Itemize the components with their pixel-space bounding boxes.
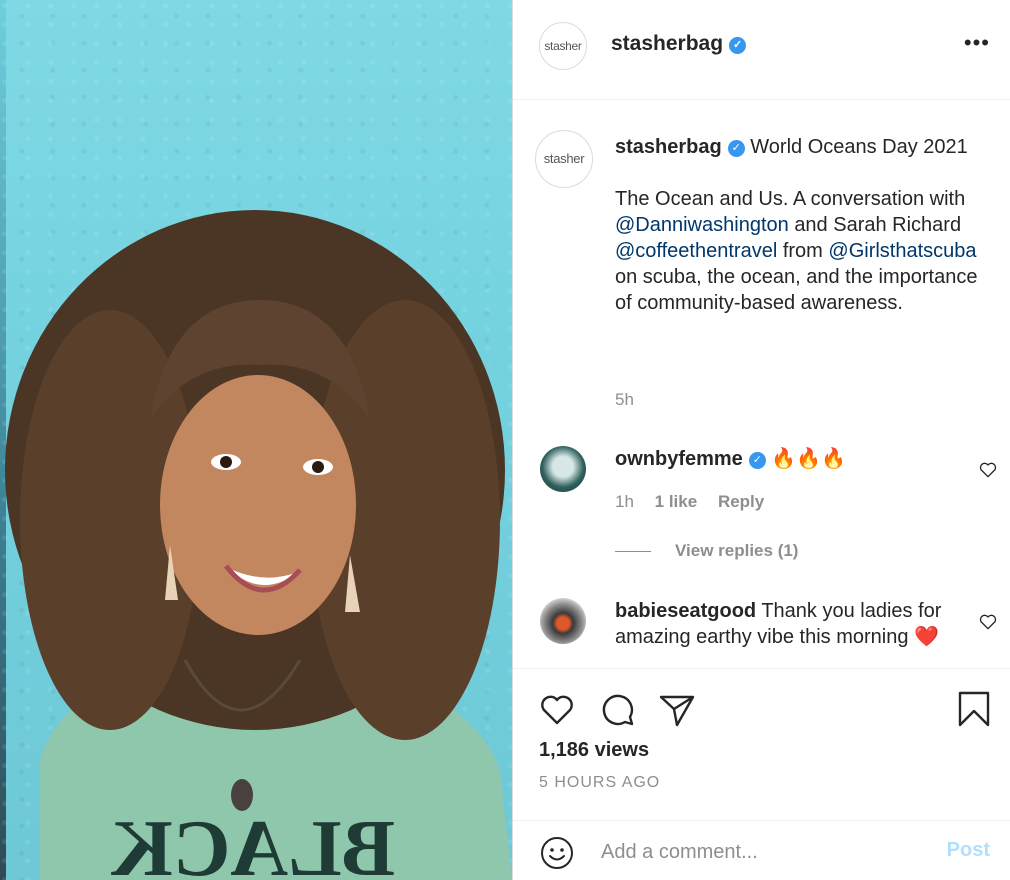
caption-author-avatar[interactable]: stasher — [535, 130, 593, 188]
comment-username[interactable]: ownbyfemme — [615, 448, 743, 470]
verified-badge-icon: ✓ — [748, 452, 766, 469]
post-side-panel: stasher stasherbag ✓ ••• stasher stasherb… — [512, 0, 1010, 880]
comment-input[interactable] — [599, 833, 923, 871]
avatar-logo-text: stasher — [544, 38, 582, 53]
comment-text: 🔥🔥🔥 — [771, 448, 847, 470]
views-count[interactable]: 1,186 views — [539, 739, 649, 762]
view-replies-label: View replies (1) — [675, 541, 799, 560]
view-replies-button[interactable]: View replies (1) — [615, 541, 798, 561]
commenter-avatar[interactable] — [540, 598, 586, 644]
post-age[interactable]: 5h — [615, 390, 634, 410]
add-comment-bar: Post — [513, 820, 1010, 880]
post-header: stasher stasherbag ✓ ••• — [513, 0, 1010, 100]
author-avatar[interactable]: stasher — [539, 22, 587, 70]
verified-badge-icon: ✓ — [727, 140, 745, 157]
emoji-smiley-icon[interactable] — [539, 835, 575, 871]
like-heart-icon[interactable] — [537, 689, 577, 729]
caption-end: on scuba, the ocean, and the importance … — [615, 266, 978, 314]
post-comment-button[interactable]: Post — [947, 839, 990, 862]
reply-button[interactable]: Reply — [718, 492, 764, 511]
post-video[interactable]: BLACK — [0, 0, 512, 880]
comments-scroll-area[interactable]: stasher stasherbag ✓ World Oceans Day 202… — [513, 100, 1010, 668]
more-horizontal-icon[interactable]: ••• — [964, 30, 990, 56]
verified-badge-icon: ✓ — [729, 37, 747, 54]
caption-from: from — [782, 240, 823, 262]
share-paper-plane-icon[interactable] — [657, 689, 697, 729]
avatar-logo-text: stasher — [543, 151, 585, 166]
comment-item: ownbyfemme ✓ 🔥🔥🔥 — [615, 446, 955, 472]
comment-age[interactable]: 1h — [615, 492, 634, 511]
author-username-row: stasherbag ✓ — [611, 32, 747, 56]
post-timestamp[interactable]: 5 HOURS AGO — [539, 774, 660, 792]
comment-like-heart-icon[interactable] — [978, 460, 998, 480]
mention-link[interactable]: @coffeethentravel — [615, 240, 777, 262]
comment-like-heart-icon[interactable] — [978, 612, 998, 632]
mention-link[interactable]: @Danniwashington — [615, 214, 789, 236]
person-figure: BLACK — [5, 210, 512, 880]
comment-item: babieseatgood Thank you ladies for amazi… — [615, 598, 955, 650]
comment-username[interactable]: babieseatgood — [615, 600, 756, 622]
comment-bubble-icon[interactable] — [597, 689, 637, 729]
caption-username[interactable]: stasherbag — [615, 136, 722, 158]
save-bookmark-icon[interactable] — [954, 689, 994, 729]
post-actions: 1,186 views 5 HOURS AGO — [513, 668, 1010, 820]
commenter-avatar[interactable] — [540, 446, 586, 492]
caption-mid: and Sarah Richard — [794, 214, 962, 236]
replies-divider-line — [615, 550, 651, 552]
post-caption: stasherbag ✓ World Oceans Day 2021 The Oc… — [615, 134, 985, 316]
svg-text:BLACK: BLACK — [111, 805, 396, 880]
author-username[interactable]: stasherbag — [611, 32, 723, 55]
caption-title: World Oceans Day 2021 — [750, 136, 968, 158]
comment-meta: 1h 1 like Reply — [615, 492, 780, 512]
caption-intro: The Ocean and Us. A conversation with — [615, 188, 966, 210]
comment-likes[interactable]: 1 like — [655, 492, 698, 511]
mention-link[interactable]: @Girlsthatscuba — [828, 240, 976, 262]
